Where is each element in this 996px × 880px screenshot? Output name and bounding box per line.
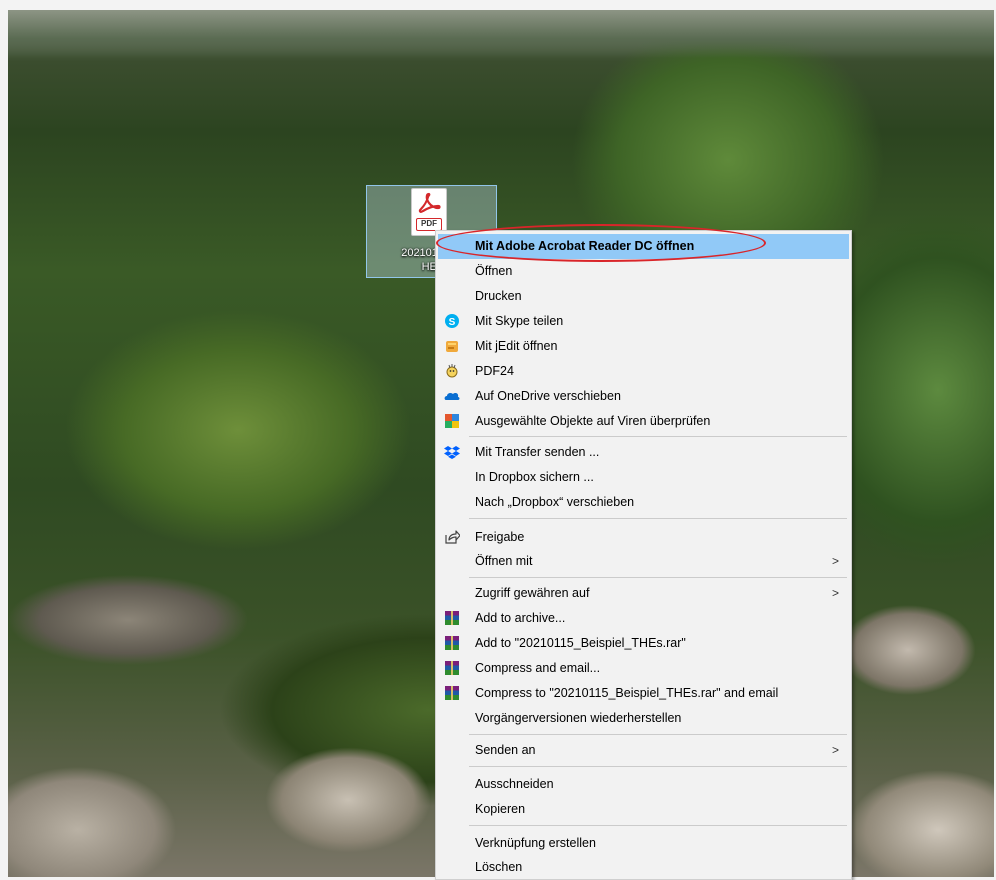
menu-item-add-to-rar[interactable]: Add to "20210115_Beispiel_THEs.rar" xyxy=(438,631,849,656)
menu-item-label: Freigabe xyxy=(475,530,525,544)
menu-item-label: Add to "20210115_Beispiel_THEs.rar" xyxy=(475,636,686,650)
menu-item-create-shortcut[interactable]: Verknüpfung erstellen xyxy=(438,831,849,856)
menu-item-dropbox-save[interactable]: In Dropbox sichern ... xyxy=(438,465,849,490)
menu-item-label: Verknüpfung erstellen xyxy=(475,836,596,850)
winrar-icon xyxy=(444,635,460,651)
menu-item-share-skype[interactable]: S Mit Skype teilen xyxy=(438,309,849,334)
menu-item-open-with[interactable]: Öffnen mit > xyxy=(438,549,849,574)
menu-item-delete[interactable]: Löschen xyxy=(438,855,849,880)
menu-separator xyxy=(469,825,847,826)
menu-item-label: Löschen xyxy=(475,860,523,874)
menu-item-label: Add to archive... xyxy=(475,611,566,625)
menu-item-label: Öffnen xyxy=(475,264,513,278)
dropbox-icon xyxy=(444,444,460,460)
svg-text:S: S xyxy=(449,317,456,328)
menu-item-transfer-send[interactable]: Mit Transfer senden ... xyxy=(438,440,849,465)
onedrive-icon xyxy=(444,388,460,404)
menu-item-label: In Dropbox sichern ... xyxy=(475,470,594,484)
menu-item-label: Öffnen mit xyxy=(475,554,533,568)
menu-item-print[interactable]: Drucken xyxy=(438,284,849,309)
menu-item-share[interactable]: Freigabe xyxy=(438,525,849,550)
winrar-icon xyxy=(444,685,460,701)
winrar-icon xyxy=(444,610,460,626)
jedit-icon xyxy=(444,338,460,354)
menu-item-grant-access[interactable]: Zugriff gewähren auf > xyxy=(438,581,849,606)
menu-item-label: PDF24 xyxy=(475,364,514,378)
share-icon xyxy=(444,529,461,545)
menu-item-label: Ausgewählte Objekte auf Viren überprüfen xyxy=(475,414,711,428)
menu-item-compress-email[interactable]: Compress and email... xyxy=(438,656,849,681)
mountain-ridge xyxy=(8,10,994,58)
menu-item-label: Compress to "20210115_Beispiel_THEs.rar"… xyxy=(475,686,779,700)
menu-item-restore-previous[interactable]: Vorgängerversionen wiederherstellen xyxy=(438,706,849,731)
menu-item-label: Senden an xyxy=(475,743,536,757)
menu-item-cut[interactable]: Ausschneiden xyxy=(438,772,849,797)
menu-item-onedrive[interactable]: Auf OneDrive verschieben xyxy=(438,384,849,409)
menu-item-pdf24[interactable]: PDF24 xyxy=(438,359,849,384)
menu-item-label: Nach „Dropbox“ verschieben xyxy=(475,495,635,509)
chevron-right-icon: > xyxy=(831,554,839,568)
menu-item-copy[interactable]: Kopieren xyxy=(438,797,849,822)
menu-item-label: Drucken xyxy=(475,289,522,303)
menu-item-virus-scan[interactable]: Ausgewählte Objekte auf Viren überprüfen xyxy=(438,409,849,434)
menu-item-label: Mit Skype teilen xyxy=(475,314,564,328)
menu-item-jedit[interactable]: Mit jEdit öffnen xyxy=(438,334,849,359)
menu-item-label: Ausschneiden xyxy=(475,777,554,791)
menu-item-add-to-archive[interactable]: Add to archive... xyxy=(438,606,849,631)
context-menu: Mit Adobe Acrobat Reader DC öffnen Öffne… xyxy=(435,230,852,880)
menu-item-label: Mit Adobe Acrobat Reader DC öffnen xyxy=(475,239,695,253)
menu-item-label: Mit Transfer senden ... xyxy=(475,445,600,459)
menu-separator xyxy=(469,766,847,767)
winrar-icon xyxy=(444,660,460,676)
menu-item-label: Compress and email... xyxy=(475,661,601,675)
menu-item-dropbox-move[interactable]: Nach „Dropbox“ verschieben xyxy=(438,490,849,515)
menu-item-open[interactable]: Öffnen xyxy=(438,259,849,284)
menu-item-label: Auf OneDrive verschieben xyxy=(475,389,621,403)
defender-icon xyxy=(444,413,460,429)
acrobat-logo-icon xyxy=(418,192,441,213)
menu-item-send-to[interactable]: Senden an > xyxy=(438,738,849,763)
menu-item-compress-to-rar-email[interactable]: Compress to "20210115_Beispiel_THEs.rar"… xyxy=(438,681,849,706)
menu-separator xyxy=(469,436,847,437)
menu-item-label: Vorgängerversionen wiederherstellen xyxy=(475,711,682,725)
menu-item-label: Mit jEdit öffnen xyxy=(475,339,558,353)
chevron-right-icon: > xyxy=(831,743,839,757)
chevron-right-icon: > xyxy=(831,586,839,600)
pdf-file-icon: PDF xyxy=(411,188,447,236)
menu-separator xyxy=(469,518,847,519)
menu-separator xyxy=(469,577,847,578)
menu-item-open-with-acrobat[interactable]: Mit Adobe Acrobat Reader DC öffnen xyxy=(438,234,849,259)
menu-item-label: Zugriff gewähren auf xyxy=(475,586,590,600)
skype-icon: S xyxy=(444,313,460,329)
menu-separator xyxy=(469,734,847,735)
pdf24-icon xyxy=(444,363,460,379)
menu-item-label: Kopieren xyxy=(475,802,526,816)
